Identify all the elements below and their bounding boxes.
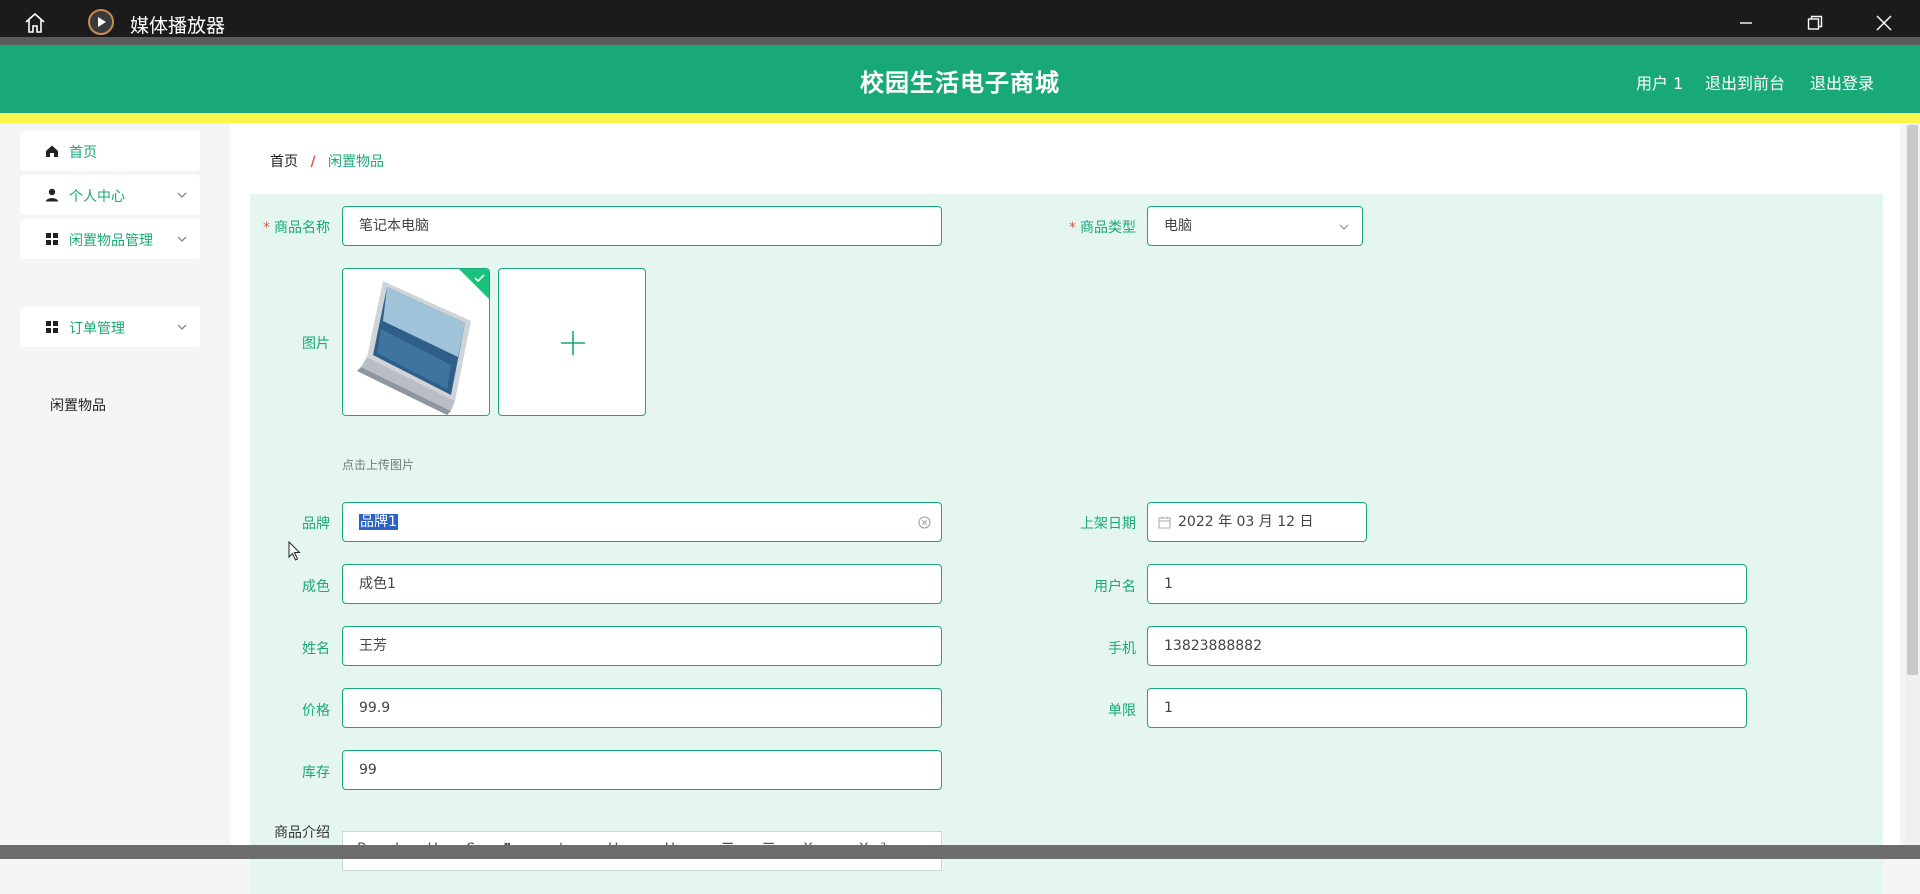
titlebar-divider bbox=[0, 37, 1920, 45]
plus-icon bbox=[561, 331, 585, 355]
mouse-cursor-icon bbox=[288, 541, 301, 561]
sidebar-item-personal-center[interactable]: 个人中心 bbox=[20, 175, 200, 215]
clear-icon[interactable] bbox=[918, 516, 931, 529]
exit-to-frontend-link[interactable]: 退出到前台 bbox=[1705, 70, 1785, 94]
username-label: 用户名 bbox=[1094, 579, 1136, 595]
product-type-select[interactable]: 电脑 bbox=[1147, 206, 1363, 246]
price-label: 价格 bbox=[302, 703, 330, 719]
brand-input[interactable]: 品牌1 bbox=[342, 502, 942, 542]
sidebar: 首页 个人中心 闲置物品管理 闲置物品 订单管理 bbox=[0, 123, 215, 859]
app-title: 媒体播放器 bbox=[130, 15, 226, 37]
listing-date-label: 上架日期 bbox=[1080, 516, 1136, 532]
grid-icon bbox=[46, 233, 58, 245]
limit-input[interactable]: 1 bbox=[1147, 688, 1747, 728]
chevron-down-icon bbox=[177, 236, 187, 242]
sidebar-item-label: 订单管理 bbox=[69, 321, 125, 337]
home-icon bbox=[46, 145, 58, 157]
home-icon[interactable] bbox=[18, 6, 52, 40]
condition-input[interactable]: 成色1 bbox=[342, 564, 942, 604]
close-icon[interactable] bbox=[1862, 4, 1906, 42]
user-icon bbox=[46, 188, 58, 202]
upload-image-button[interactable] bbox=[498, 268, 646, 416]
phone-label: 手机 bbox=[1108, 641, 1136, 657]
scrollbar-thumb[interactable] bbox=[1907, 125, 1918, 675]
sidebar-item-home[interactable]: 首页 bbox=[20, 131, 200, 171]
breadcrumb-separator: / bbox=[310, 154, 316, 170]
upload-tip: 点击上传图片 bbox=[342, 458, 415, 472]
product-name-label: * 商品名称 bbox=[263, 220, 330, 236]
product-name-input[interactable]: 笔记本电脑 bbox=[342, 206, 942, 246]
limit-label: 单限 bbox=[1108, 703, 1136, 719]
condition-label: 成色 bbox=[302, 579, 330, 595]
sidebar-item-label: 闲置物品管理 bbox=[69, 233, 153, 249]
username-input[interactable]: 1 bbox=[1147, 564, 1747, 604]
site-header: 校园生活电子商城 用户 1 退出到前台 退出登录 bbox=[0, 45, 1920, 123]
sidebar-item-idle-goods-management[interactable]: 闲置物品管理 bbox=[20, 219, 200, 259]
image-label: 图片 bbox=[302, 336, 330, 352]
chevron-down-icon bbox=[177, 324, 187, 330]
description-label: 商品介绍 bbox=[274, 825, 330, 841]
phone-input[interactable]: 13823888882 bbox=[1147, 626, 1747, 666]
breadcrumb-current: 闲置物品 bbox=[328, 154, 385, 170]
restore-icon[interactable] bbox=[1793, 4, 1837, 42]
name-label: 姓名 bbox=[302, 641, 330, 657]
window-titlebar bbox=[0, 0, 1920, 45]
window-bottom-bar bbox=[0, 845, 1920, 859]
sidebar-item-label: 个人中心 bbox=[69, 189, 125, 205]
chevron-down-icon bbox=[1339, 224, 1349, 230]
grid-icon bbox=[46, 321, 58, 333]
chevron-down-icon bbox=[177, 192, 187, 198]
uploaded-image-thumbnail[interactable] bbox=[342, 268, 490, 416]
product-type-label: * 商品类型 bbox=[1069, 220, 1136, 236]
header-accent-strip bbox=[0, 113, 1920, 123]
breadcrumb: 首页 / 闲置物品 bbox=[270, 151, 384, 171]
price-input[interactable]: 99.9 bbox=[342, 688, 942, 728]
media-player-icon bbox=[88, 9, 114, 35]
sidebar-item-order-management[interactable]: 订单管理 bbox=[20, 307, 200, 347]
upload-success-icon bbox=[459, 269, 489, 299]
calendar-icon bbox=[1158, 516, 1171, 529]
stock-input[interactable]: 99 bbox=[342, 750, 942, 790]
listing-date-picker[interactable]: 2022 年 03 月 12 日 bbox=[1147, 502, 1367, 542]
site-title: 校园生活电子商城 bbox=[860, 69, 1060, 97]
breadcrumb-home[interactable]: 首页 bbox=[270, 154, 298, 170]
name-input[interactable]: 王芳 bbox=[342, 626, 942, 666]
sidebar-subitem-idle-goods[interactable]: 闲置物品 bbox=[50, 395, 106, 415]
user-menu[interactable]: 用户 1 bbox=[1636, 70, 1683, 94]
stock-label: 库存 bbox=[302, 765, 330, 781]
brand-label: 品牌 bbox=[302, 516, 330, 532]
sidebar-item-label: 首页 bbox=[69, 145, 97, 161]
logout-link[interactable]: 退出登录 bbox=[1810, 70, 1874, 94]
minimize-icon[interactable] bbox=[1724, 4, 1768, 42]
